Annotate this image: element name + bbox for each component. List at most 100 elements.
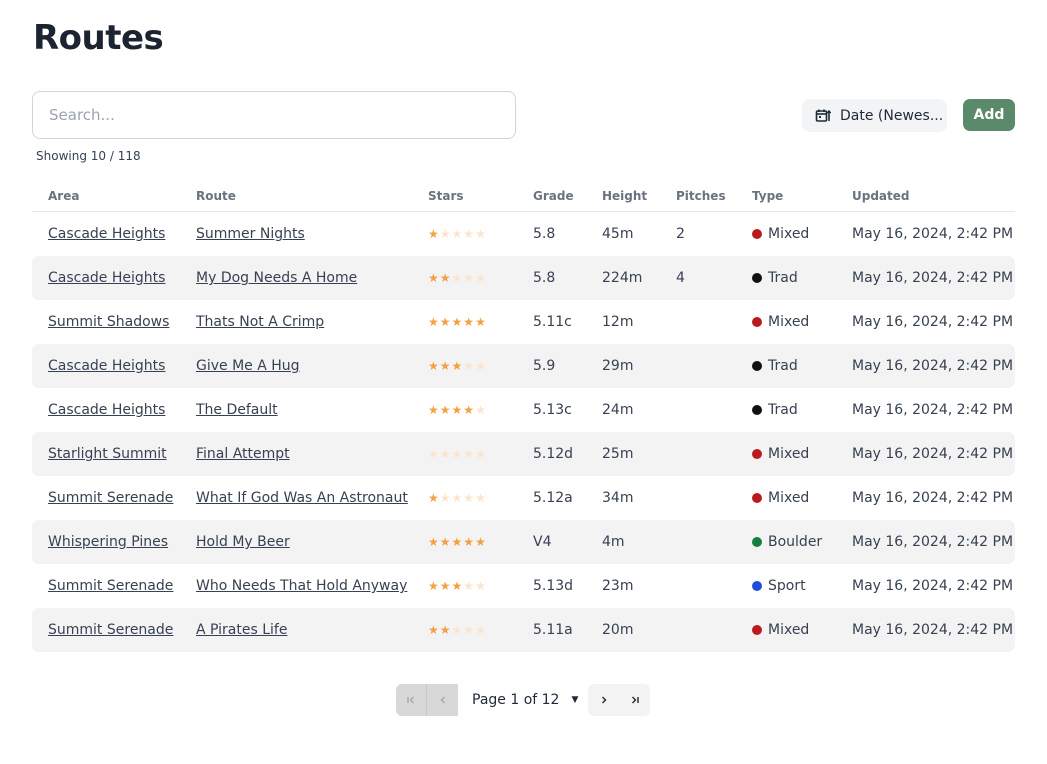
updated-cell: May 16, 2024, 2:42 PM xyxy=(852,578,1014,594)
table-row[interactable]: Cascade Heights My Dog Needs A Home ★ ★ ★ ★ ★ 5… xyxy=(32,256,1015,300)
star-rating: ★ ★ ★ ★ ★ xyxy=(428,360,486,372)
column-header-pitches[interactable]: Pitches xyxy=(676,189,726,203)
height-cell: 23m xyxy=(602,578,634,594)
star-icon: ★ xyxy=(439,271,451,285)
table-row[interactable]: Cascade Heights Summer Nights ★ ★ ★ ★ ★ 5.8 45m 2… xyxy=(32,212,1015,256)
column-header-stars[interactable]: Stars xyxy=(428,189,464,203)
updated-cell: May 16, 2024, 2:42 PM xyxy=(852,358,1014,374)
first-page-button[interactable] xyxy=(396,684,427,716)
column-header-type[interactable]: Type xyxy=(752,189,783,203)
route-link[interactable]: Final Attempt xyxy=(196,446,290,462)
area-link[interactable]: Starlight Summit xyxy=(48,446,167,462)
area-link[interactable]: Summit Serenade xyxy=(48,490,173,506)
star-icon: ★ xyxy=(463,359,475,373)
route-link[interactable]: A Pirates Life xyxy=(196,622,287,638)
star-icon: ★ xyxy=(451,271,463,285)
prev-page-button[interactable] xyxy=(427,684,458,716)
table-row[interactable]: Summit Serenade Who Needs That Hold Anywa… xyxy=(32,564,1015,608)
caret-down-icon: ▼ xyxy=(571,695,579,705)
route-link[interactable]: Who Needs That Hold Anyway xyxy=(196,578,407,594)
route-cell: My Dog Needs A Home xyxy=(196,270,357,286)
table-row[interactable]: Whispering Pines Hold My Beer ★ ★ ★ ★ ★ V4 4m Bou… xyxy=(32,520,1015,564)
route-cell: Summer Nights xyxy=(196,226,305,242)
first-page-icon xyxy=(407,696,414,704)
table-row[interactable]: Starlight Summit Final Attempt ★ ★ ★ ★ ★ 5.12d 2… xyxy=(32,432,1015,476)
route-link[interactable]: What If God Was An Astronaut xyxy=(196,490,408,506)
area-link[interactable]: Cascade Heights xyxy=(48,226,165,242)
star-icon: ★ xyxy=(463,227,475,241)
area-link[interactable]: Summit Shadows xyxy=(48,314,169,330)
type-dot-icon xyxy=(752,449,762,459)
star-icon: ★ xyxy=(451,359,463,373)
star-icon: ★ xyxy=(463,403,475,417)
star-icon: ★ xyxy=(475,359,486,373)
star-icon: ★ xyxy=(475,535,486,549)
star-icon: ★ xyxy=(475,271,486,285)
chevron-right-icon xyxy=(601,696,606,704)
updated-cell: May 16, 2024, 2:42 PM xyxy=(852,226,1014,242)
type-label: Mixed xyxy=(768,314,810,330)
area-cell: Cascade Heights xyxy=(48,402,165,418)
column-header-height[interactable]: Height xyxy=(602,189,647,203)
table-row[interactable]: Cascade Heights The Default ★ ★ ★ ★ ★ 5.13c 24m T… xyxy=(32,388,1015,432)
star-icon: ★ xyxy=(439,623,451,637)
next-page-button[interactable] xyxy=(588,684,619,716)
area-link[interactable]: Summit Serenade xyxy=(48,578,173,594)
search-input[interactable] xyxy=(33,92,515,138)
star-icon: ★ xyxy=(475,579,486,593)
column-header-area[interactable]: Area xyxy=(48,189,79,203)
result-count: Showing 10 / 118 xyxy=(36,149,141,163)
area-cell: Cascade Heights xyxy=(48,270,165,286)
height-cell: 25m xyxy=(602,446,634,462)
area-cell: Starlight Summit xyxy=(48,446,167,462)
star-icon: ★ xyxy=(475,227,486,241)
star-rating: ★ ★ ★ ★ ★ xyxy=(428,536,486,548)
column-header-updated[interactable]: Updated xyxy=(852,189,910,203)
area-link[interactable]: Cascade Heights xyxy=(48,358,165,374)
area-link[interactable]: Cascade Heights xyxy=(48,270,165,286)
updated-cell: May 16, 2024, 2:42 PM xyxy=(852,270,1014,286)
last-page-button[interactable] xyxy=(619,684,650,716)
type-label: Mixed xyxy=(768,446,810,462)
type-dot-icon xyxy=(752,581,762,591)
area-link[interactable]: Cascade Heights xyxy=(48,402,165,418)
route-link[interactable]: Summer Nights xyxy=(196,226,305,242)
star-icon: ★ xyxy=(428,359,439,373)
star-icon: ★ xyxy=(463,535,475,549)
table-row[interactable]: Summit Serenade A Pirates Life ★ ★ ★ ★ ★ 5.11a 2… xyxy=(32,608,1015,652)
search-box[interactable] xyxy=(32,91,516,139)
type-cell: Mixed xyxy=(752,490,809,506)
type-label: Sport xyxy=(768,578,806,594)
pagination: Page 1 of 12 ▼ xyxy=(396,684,650,716)
sort-button[interactable]: Date (Newes... xyxy=(802,99,947,132)
route-link[interactable]: Hold My Beer xyxy=(196,534,290,550)
star-icon: ★ xyxy=(475,403,486,417)
area-link[interactable]: Whispering Pines xyxy=(48,534,168,550)
last-page-icon xyxy=(631,696,639,704)
updated-cell: May 16, 2024, 2:42 PM xyxy=(852,446,1014,462)
table-row[interactable]: Cascade Heights Give Me A Hug ★ ★ ★ ★ ★ 5.9 29m T… xyxy=(32,344,1015,388)
star-icon: ★ xyxy=(451,491,463,505)
type-dot-icon xyxy=(752,625,762,635)
table-row[interactable]: Summit Shadows Thats Not A Crimp ★ ★ ★ ★ ★ 5.11… xyxy=(32,300,1015,344)
route-link[interactable]: Thats Not A Crimp xyxy=(196,314,324,330)
star-icon: ★ xyxy=(439,227,451,241)
star-icon: ★ xyxy=(439,535,451,549)
star-icon: ★ xyxy=(463,271,475,285)
route-link[interactable]: The Default xyxy=(196,402,278,418)
page-select[interactable]: Page 1 of 12 ▼ xyxy=(458,684,588,716)
area-link[interactable]: Summit Serenade xyxy=(48,622,173,638)
route-link[interactable]: Give Me A Hug xyxy=(196,358,300,374)
column-header-route[interactable]: Route xyxy=(196,189,236,203)
star-icon: ★ xyxy=(463,315,475,329)
table-row[interactable]: Summit Serenade What If God Was An Astron… xyxy=(32,476,1015,520)
add-route-button[interactable]: Add xyxy=(963,99,1015,131)
type-cell: Boulder xyxy=(752,534,822,550)
star-icon: ★ xyxy=(428,403,439,417)
route-link[interactable]: My Dog Needs A Home xyxy=(196,270,357,286)
column-header-grade[interactable]: Grade xyxy=(533,189,574,203)
type-label: Mixed xyxy=(768,490,810,506)
chevron-left-icon xyxy=(440,696,445,704)
height-cell: 4m xyxy=(602,534,625,550)
type-dot-icon xyxy=(752,537,762,547)
